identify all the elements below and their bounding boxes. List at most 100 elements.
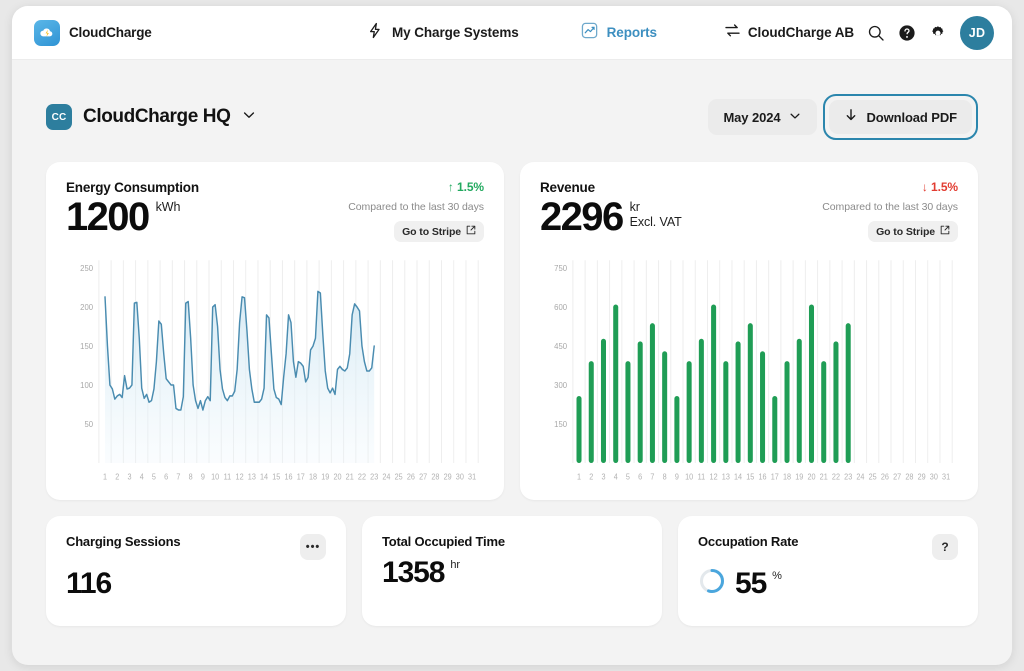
charging-sessions-header: Charging Sessions ••• <box>66 534 326 560</box>
total-occupied-time-unit: hr <box>450 559 460 571</box>
total-occupied-time-value: 1358 <box>382 556 445 589</box>
energy-chart-svg: 50100150200250 1 2 3 4 5 6 7 8 9 10 11 12 13 14 15 16 17… <box>80 260 479 482</box>
energy-go-to-stripe-button[interactable]: Go to Stripe <box>394 221 484 242</box>
svg-text:24: 24 <box>382 472 390 481</box>
revenue-delta: ↓ 1.5% <box>822 180 958 194</box>
help-icon[interactable]: ? <box>932 534 958 560</box>
charging-sessions-action-label: ••• <box>305 540 321 553</box>
svg-text:21: 21 <box>346 472 354 481</box>
energy-chart-y-axis-labels: 50 100 150 200 250 <box>80 264 93 429</box>
report-chart-icon <box>581 22 598 44</box>
charging-sessions-title: Charging Sessions <box>66 534 181 549</box>
svg-text:27: 27 <box>419 472 427 481</box>
bolt-icon <box>367 22 383 44</box>
site-selector[interactable]: CC CloudCharge HQ <box>46 104 257 130</box>
svg-text:14: 14 <box>734 472 742 481</box>
download-pdf-label: Download PDF <box>866 109 957 125</box>
revenue-compare-text: Compared to the last 30 days <box>822 201 958 213</box>
gear-icon[interactable] <box>929 24 947 42</box>
occupation-rate-donut <box>698 567 726 600</box>
main-cards-row: Energy Consumption 1200 kWh ↑ 1.5% Compa… <box>46 162 978 500</box>
svg-text:19: 19 <box>321 472 329 481</box>
svg-text:22: 22 <box>832 472 840 481</box>
site-badge: CC <box>46 104 72 130</box>
page-header: CC CloudCharge HQ May 2024 Download PDF <box>46 94 978 140</box>
svg-text:250: 250 <box>80 264 93 273</box>
total-occupied-time-card: Total Occupied Time 1358 hr <box>362 516 662 626</box>
svg-text:18: 18 <box>309 472 317 481</box>
revenue-delta-value: 1.5% <box>931 180 958 194</box>
svg-text:26: 26 <box>881 472 889 481</box>
energy-consumption-card: Energy Consumption 1200 kWh ↑ 1.5% Compa… <box>46 162 504 500</box>
download-pdf-button[interactable]: Download PDF <box>829 100 972 134</box>
download-pdf-focus-ring: Download PDF <box>823 94 978 140</box>
revenue-stripe-label: Go to Stripe <box>876 225 935 238</box>
brand-name: CloudCharge <box>69 25 152 40</box>
revenue-vat-note: Excl. VAT <box>629 215 682 230</box>
total-occupied-time-header: Total Occupied Time <box>382 534 642 549</box>
energy-metric: 1200 kWh <box>66 197 199 237</box>
svg-text:30: 30 <box>456 472 464 481</box>
avatar[interactable]: JD <box>960 15 994 50</box>
download-arrow-icon <box>844 108 858 126</box>
period-label: May 2024 <box>723 109 781 125</box>
summary-cards-row: Charging Sessions ••• 116 Total Occupied… <box>46 516 978 626</box>
svg-text:18: 18 <box>783 472 791 481</box>
revenue-card: Revenue 2296 kr Excl. VAT ↓ 1.5% Compare… <box>520 162 978 500</box>
period-selector[interactable]: May 2024 <box>708 99 818 135</box>
energy-card-title: Energy Consumption <box>66 180 199 195</box>
energy-chart-x-axis-labels: 1 2 3 4 5 6 7 8 9 10 11 12 13 14 15 16 17 18 19 20 21 22 23 24 2… <box>103 472 476 481</box>
svg-text:7: 7 <box>650 472 654 481</box>
svg-text:16: 16 <box>759 472 767 481</box>
svg-text:3: 3 <box>127 472 131 481</box>
svg-text:750: 750 <box>554 264 567 273</box>
svg-text:10: 10 <box>685 472 693 481</box>
revenue-unit: kr Excl. VAT <box>630 200 682 231</box>
revenue-chart-y-axis-labels: 150 300 450 600 750 <box>554 264 567 429</box>
delta-up-arrow-icon: ↑ <box>447 180 454 194</box>
charging-sessions-card: Charging Sessions ••• 116 <box>46 516 346 626</box>
chevron-down-icon <box>788 109 802 126</box>
external-link-icon <box>466 225 476 238</box>
svg-text:600: 600 <box>554 303 567 312</box>
svg-text:3: 3 <box>601 472 605 481</box>
switch-arrows-icon <box>724 23 741 43</box>
brand-logo-group[interactable]: CloudCharge <box>34 19 152 46</box>
revenue-card-title: Revenue <box>540 180 595 195</box>
revenue-metric: 2296 kr Excl. VAT <box>540 197 682 237</box>
occupation-rate-action-label: ? <box>941 540 949 554</box>
svg-text:12: 12 <box>236 472 244 481</box>
charging-sessions-value: 116 <box>66 567 112 600</box>
svg-text:4: 4 <box>614 472 618 481</box>
revenue-go-to-stripe-button[interactable]: Go to Stripe <box>868 221 958 242</box>
svg-text:23: 23 <box>370 472 378 481</box>
svg-text:16: 16 <box>285 472 293 481</box>
svg-text:1: 1 <box>577 472 581 481</box>
revenue-card-meta: ↓ 1.5% Compared to the last 30 days Go t… <box>822 180 958 242</box>
main-navigation: My Charge Systems Reports <box>367 22 657 44</box>
energy-card-header: Energy Consumption 1200 kWh ↑ 1.5% Compa… <box>66 180 484 242</box>
svg-text:29: 29 <box>918 472 926 481</box>
svg-text:30: 30 <box>930 472 938 481</box>
total-occupied-time-title: Total Occupied Time <box>382 534 505 549</box>
revenue-value: 2296 <box>540 195 624 239</box>
energy-unit: kWh <box>155 200 181 214</box>
svg-text:31: 31 <box>942 472 950 481</box>
svg-text:200: 200 <box>80 303 93 312</box>
more-options-icon[interactable]: ••• <box>300 534 326 560</box>
page-header-actions: May 2024 Download PDF <box>708 94 978 140</box>
search-icon[interactable] <box>867 24 885 42</box>
svg-text:10: 10 <box>211 472 219 481</box>
svg-text:19: 19 <box>795 472 803 481</box>
nav-item-my-charge-systems[interactable]: My Charge Systems <box>367 22 519 44</box>
revenue-chart-x-axis-labels: 1 2 3 4 5 6 7 8 9 10 11 12 13 14 15 16 17 18 19 20 21 22 23 24 2… <box>577 472 950 481</box>
svg-text:28: 28 <box>905 472 913 481</box>
nav-item-reports[interactable]: Reports <box>581 22 657 44</box>
delta-down-arrow-icon: ↓ <box>921 180 928 194</box>
organization-switcher[interactable]: CloudCharge AB <box>724 23 854 43</box>
total-occupied-time-metric: 1358 hr <box>382 558 642 588</box>
energy-card-meta: ↑ 1.5% Compared to the last 30 days Go t… <box>348 180 484 242</box>
svg-text:13: 13 <box>722 472 730 481</box>
svg-text:25: 25 <box>395 472 403 481</box>
help-circle-icon[interactable] <box>898 24 916 42</box>
